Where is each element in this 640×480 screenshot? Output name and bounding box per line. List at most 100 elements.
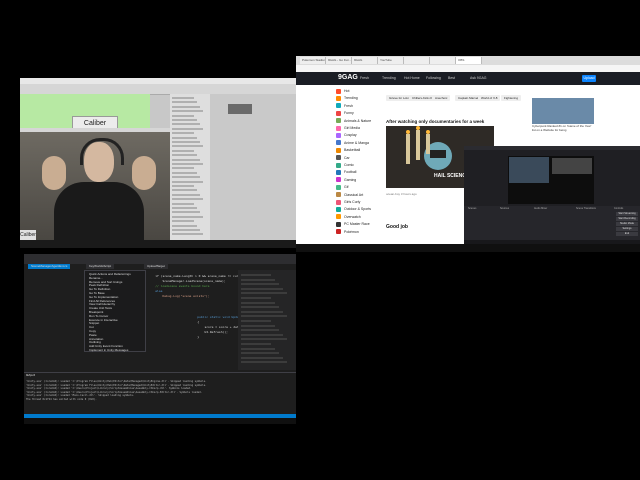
hierarchy-row[interactable] — [172, 180, 203, 183]
solution-explorer-row[interactable] — [241, 306, 279, 309]
solution-explorer-row[interactable] — [241, 338, 287, 341]
sidebar-ad-image[interactable] — [532, 98, 594, 124]
sidebar-item[interactable]: Animals & Nature — [336, 118, 371, 124]
browser-tab[interactable]: Pokémon Stadium 2... — [300, 57, 326, 64]
hierarchy-row[interactable] — [172, 119, 197, 121]
hierarchy-row[interactable] — [172, 171, 197, 174]
solution-explorer-row[interactable] — [241, 283, 279, 286]
sidebar-item[interactable]: Funny — [336, 110, 354, 116]
sidebar-item[interactable]: Fresh — [336, 103, 353, 109]
sidebar-item[interactable]: Overwatch — [336, 214, 361, 220]
hierarchy-row[interactable] — [172, 233, 203, 236]
solution-explorer-row[interactable] — [241, 274, 271, 276]
sidebar-item[interactable]: Comic — [336, 162, 354, 168]
solution-explorer-row[interactable] — [241, 324, 275, 327]
hierarchy-row[interactable] — [172, 145, 203, 148]
hierarchy-panel[interactable] — [170, 94, 210, 240]
hierarchy-row[interactable] — [172, 110, 203, 113]
upload-button[interactable]: Upload — [582, 75, 596, 82]
sidebar-item[interactable]: Trending — [336, 95, 358, 101]
sidebar-item[interactable]: Girl Media — [336, 125, 360, 131]
hierarchy-row[interactable] — [172, 136, 197, 139]
hierarchy-row[interactable] — [172, 185, 194, 187]
nav-link[interactable]: Ask 9GAG — [470, 76, 487, 80]
nav-link[interactable]: Following — [426, 76, 441, 80]
hierarchy-row[interactable] — [172, 211, 200, 214]
editor-tab[interactable]: SceneManagerAgentExt.cs — [28, 264, 71, 269]
sidebar-item[interactable]: Classical Art — [336, 192, 363, 198]
hierarchy-row[interactable] — [172, 198, 203, 201]
solution-explorer-row[interactable] — [241, 297, 271, 299]
solution-explorer-row[interactable] — [241, 329, 279, 332]
solution-explorer-row[interactable] — [241, 315, 287, 318]
sidebar-item[interactable]: Hot — [336, 88, 349, 94]
obs-control-button[interactable]: Start Recording — [616, 217, 638, 221]
browser-tab[interactable]: 9GAG - Go Fun... — [326, 57, 352, 64]
solution-explorer-row[interactable] — [241, 356, 283, 359]
hierarchy-row[interactable] — [172, 114, 194, 117]
solution-explorer-row[interactable] — [241, 361, 287, 364]
solution-explorer-row[interactable] — [241, 301, 275, 304]
sidebar-item[interactable]: Cosplay — [336, 132, 357, 138]
nav-link[interactable]: Trending — [382, 76, 396, 80]
browser-tab[interactable]: OBS — [456, 57, 482, 64]
hierarchy-row[interactable] — [172, 158, 200, 161]
sidebar-item[interactable]: Girls Curly — [336, 199, 360, 205]
sidebar-item[interactable]: Gif — [336, 184, 348, 190]
hierarchy-row[interactable] — [172, 220, 194, 223]
tag-chip[interactable]: Anechoic — [432, 95, 451, 101]
hierarchy-row[interactable] — [172, 163, 203, 165]
solution-explorer[interactable] — [238, 270, 296, 370]
hierarchy-row[interactable] — [172, 105, 200, 108]
tag-chip[interactable]: World of V-8 — [478, 95, 501, 101]
hierarchy-row[interactable] — [172, 132, 194, 135]
hierarchy-row[interactable] — [172, 127, 203, 130]
tag-chip[interactable]: Grieve for Loki — [386, 95, 412, 101]
obs-control-button[interactable]: Settings — [616, 227, 638, 231]
inspector-panel[interactable] — [210, 94, 296, 240]
solution-explorer-row[interactable] — [241, 292, 287, 295]
sidebar-item[interactable]: Pokémon — [336, 229, 359, 235]
hierarchy-row[interactable] — [172, 207, 197, 209]
sidebar-ad-text[interactable]: Cyberpunk Ranked #1 on 'Game of the Year… — [532, 124, 594, 132]
solution-explorer-row[interactable] — [241, 310, 283, 313]
hierarchy-row[interactable] — [172, 167, 194, 170]
sidebar-item[interactable]: Anime & Manga — [336, 140, 369, 146]
hierarchy-row[interactable] — [172, 224, 197, 227]
solution-explorer-row[interactable] — [241, 347, 275, 350]
sidebar-item[interactable]: PC Master Race — [336, 221, 370, 227]
obs-control-button[interactable]: Exit — [616, 232, 638, 236]
browser-tab[interactable]: YouTube — [378, 57, 404, 64]
browser-tab[interactable] — [404, 57, 430, 64]
sidebar-item[interactable]: Gaming — [336, 177, 356, 183]
hierarchy-row[interactable] — [172, 123, 200, 126]
hierarchy-row[interactable] — [172, 193, 200, 196]
hierarchy-row[interactable] — [172, 229, 200, 231]
second-post-title[interactable]: Good job — [386, 224, 408, 230]
hierarchy-row[interactable] — [172, 202, 194, 205]
nav-link[interactable]: Hot Home — [404, 76, 420, 80]
solution-explorer-row[interactable] — [241, 333, 283, 336]
hierarchy-row[interactable] — [172, 189, 197, 192]
solution-explorer-row[interactable] — [241, 320, 271, 322]
sidebar-item[interactable]: Football — [336, 169, 356, 175]
editor-tab[interactable]: KeyWorldsScript — [86, 264, 115, 269]
solution-explorer-row[interactable] — [241, 278, 275, 281]
hierarchy-row[interactable] — [172, 215, 203, 218]
hierarchy-row[interactable] — [172, 176, 200, 179]
editor-tab[interactable]: UploadTarget — [144, 264, 168, 269]
nav-link[interactable]: Fresh — [360, 76, 369, 80]
sidebar-item[interactable]: Basketball — [336, 147, 360, 153]
sidebar-item[interactable]: Outdoor & Sports — [336, 206, 371, 212]
vs-toolbar[interactable] — [24, 254, 296, 264]
context-menu-item[interactable]: Implement in Unity Messages — [89, 348, 128, 352]
obs-control-button[interactable]: Studio Mode — [616, 222, 638, 226]
site-logo[interactable]: 9GAG — [338, 74, 358, 81]
sidebar-item[interactable]: Car — [336, 155, 350, 161]
solution-explorer-row[interactable] — [241, 343, 271, 345]
hierarchy-row[interactable] — [172, 141, 200, 143]
post-title[interactable]: After watching only documentaries for a … — [386, 119, 484, 124]
tag-chip[interactable]: Fightening — [501, 95, 522, 101]
browser-tab[interactable] — [430, 57, 456, 64]
obs-menubar[interactable] — [464, 146, 640, 150]
